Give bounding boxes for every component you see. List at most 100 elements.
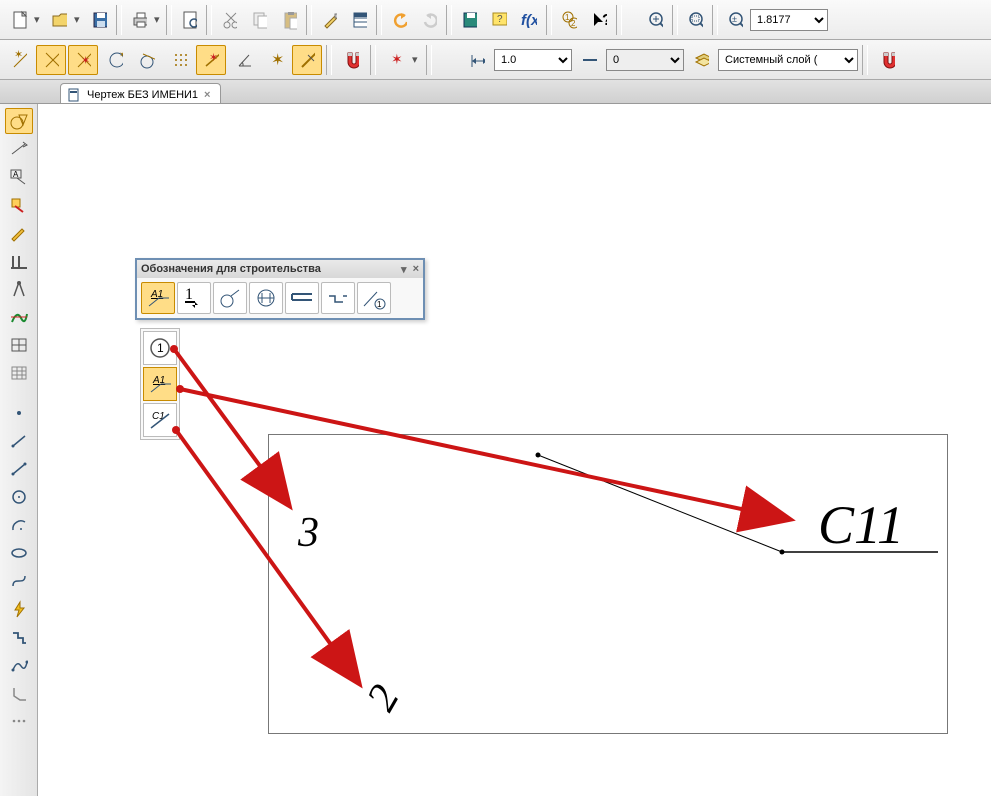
layers-button[interactable] [686, 45, 716, 75]
snap-toolbar: ✶ ✶ ✶ ✶ ✶ ✶ ▾ 1.0 0 Системный слой ( [0, 40, 991, 80]
flyout-a1-button[interactable]: A1 [143, 367, 177, 401]
snap-angle-button[interactable] [228, 45, 258, 75]
mark-flyout: 1 A1 C1 [140, 328, 180, 440]
construction-marks-panel[interactable]: Обозначения для строительства ▾ × A1 1 1 [135, 258, 425, 320]
zoom-inout-button[interactable]: ± [720, 5, 750, 35]
panel-close-icon[interactable]: × [413, 263, 419, 276]
new-doc-button[interactable] [4, 5, 34, 35]
undo-button[interactable] [384, 5, 414, 35]
separator [306, 5, 312, 35]
flyout-circle1-button[interactable]: 1 [143, 331, 177, 365]
snap-endpoint-button[interactable]: ✶ [4, 45, 34, 75]
separator [862, 45, 868, 75]
separator [446, 5, 452, 35]
line-weight-select[interactable]: 1.0 [494, 49, 572, 71]
svg-text:1: 1 [185, 286, 193, 303]
snap-guides-button[interactable] [36, 45, 66, 75]
separator [616, 5, 622, 35]
parallel-button[interactable] [5, 248, 33, 274]
point-tool-button[interactable] [5, 400, 33, 426]
properties-button[interactable] [344, 5, 374, 35]
save-button[interactable] [84, 5, 114, 35]
snap-intersection-button[interactable]: ✶ [68, 45, 98, 75]
magnet2-button[interactable] [872, 45, 902, 75]
svg-text:✶: ✶ [81, 55, 90, 67]
line-style-button[interactable] [574, 45, 604, 75]
grid-button[interactable] [5, 360, 33, 386]
document-tab[interactable]: Чертеж БЕЗ ИМЕНИ1 × [60, 83, 221, 103]
construction-group-button[interactable] [5, 192, 33, 218]
spline-button[interactable] [5, 304, 33, 330]
line-tool-button[interactable] [5, 428, 33, 454]
left-toolbar: A [0, 104, 38, 796]
redo-button[interactable] [414, 5, 444, 35]
snap-point-button[interactable]: ✶ [380, 45, 410, 75]
dotted-path-button[interactable] [5, 652, 33, 678]
flyout-c1-button[interactable]: C1 [143, 403, 177, 437]
doc-icon [67, 88, 81, 102]
layer-select[interactable]: Системный слой ( [718, 49, 858, 71]
zoom-value-input[interactable]: 1.8177 [750, 9, 828, 31]
drawing-canvas[interactable]: 3 2 С11 [38, 104, 991, 796]
snap-circle-button[interactable]: ✶ [100, 45, 130, 75]
dimension-tool-button[interactable] [462, 45, 492, 75]
zoom-in-button[interactable] [640, 5, 670, 35]
open-button[interactable] [44, 5, 74, 35]
snap-nearest-button[interactable]: ✶ [196, 45, 226, 75]
mark-beam-button[interactable] [285, 282, 319, 314]
annotation-group-button[interactable]: A [5, 164, 33, 190]
snap-point-dropdown[interactable]: ▾ [412, 53, 422, 66]
compass-button[interactable] [5, 276, 33, 302]
separator [376, 5, 382, 35]
bezier-tool-button[interactable] [5, 568, 33, 594]
edit-group-button[interactable] [5, 220, 33, 246]
variables-button[interactable]: 12 [554, 5, 584, 35]
preview-button[interactable] [174, 5, 204, 35]
format-painter-button[interactable] [314, 5, 344, 35]
arc-tool-button[interactable] [5, 512, 33, 538]
main-toolbar: ▾ ▾ ▾ ? f(x) 12 ? ± 1.8177 [0, 0, 991, 40]
separator [166, 5, 172, 35]
panel-minimize-icon[interactable]: ▾ [401, 263, 407, 276]
mark-numbered-button[interactable]: 1 [357, 282, 391, 314]
snap-perpendicular-button[interactable] [292, 45, 322, 75]
separator [116, 5, 122, 35]
mark-level-button[interactable]: 1 [177, 282, 211, 314]
panel-titlebar[interactable]: Обозначения для строительства ▾ × [137, 260, 423, 278]
new-doc-dropdown[interactable]: ▾ [34, 13, 44, 26]
dimension-group-button[interactable] [5, 136, 33, 162]
line-type-select[interactable]: 0 [606, 49, 684, 71]
more-tools-button[interactable] [5, 708, 33, 734]
whats-this-button[interactable]: ? [584, 5, 614, 35]
snap-tangent-button[interactable] [132, 45, 162, 75]
snap-center-button[interactable]: ✶ [260, 45, 290, 75]
mark-a1-button[interactable]: A1 [141, 282, 175, 314]
svg-text:✶: ✶ [14, 50, 23, 61]
svg-text:?: ? [602, 12, 607, 29]
circle-tool-button[interactable] [5, 484, 33, 510]
open-dropdown[interactable]: ▾ [74, 13, 84, 26]
ellipse-tool-button[interactable] [5, 540, 33, 566]
help-popup-button[interactable]: ? [484, 5, 514, 35]
tab-close-button[interactable]: × [204, 89, 210, 101]
mark-node-button[interactable] [213, 282, 247, 314]
energy-tool-button[interactable] [5, 596, 33, 622]
magnet-button[interactable] [336, 45, 366, 75]
cut-button[interactable] [214, 5, 244, 35]
path-tool-button[interactable] [5, 624, 33, 650]
mark-section-button[interactable] [249, 282, 283, 314]
zoom-window-button[interactable] [680, 5, 710, 35]
geometry-group-button[interactable] [5, 108, 33, 134]
chamfer-button[interactable] [5, 680, 33, 706]
table-button[interactable] [5, 332, 33, 358]
mark-link-button[interactable] [321, 282, 355, 314]
segment-tool-button[interactable] [5, 456, 33, 482]
disk-manager-button[interactable] [454, 5, 484, 35]
fx-button[interactable]: f(x) [514, 5, 544, 35]
paste-button[interactable] [274, 5, 304, 35]
snap-grid-button[interactable] [164, 45, 194, 75]
print-dropdown[interactable]: ▾ [154, 13, 164, 26]
svg-text:A: A [13, 170, 19, 179]
print-button[interactable] [124, 5, 154, 35]
copy-button[interactable] [244, 5, 274, 35]
